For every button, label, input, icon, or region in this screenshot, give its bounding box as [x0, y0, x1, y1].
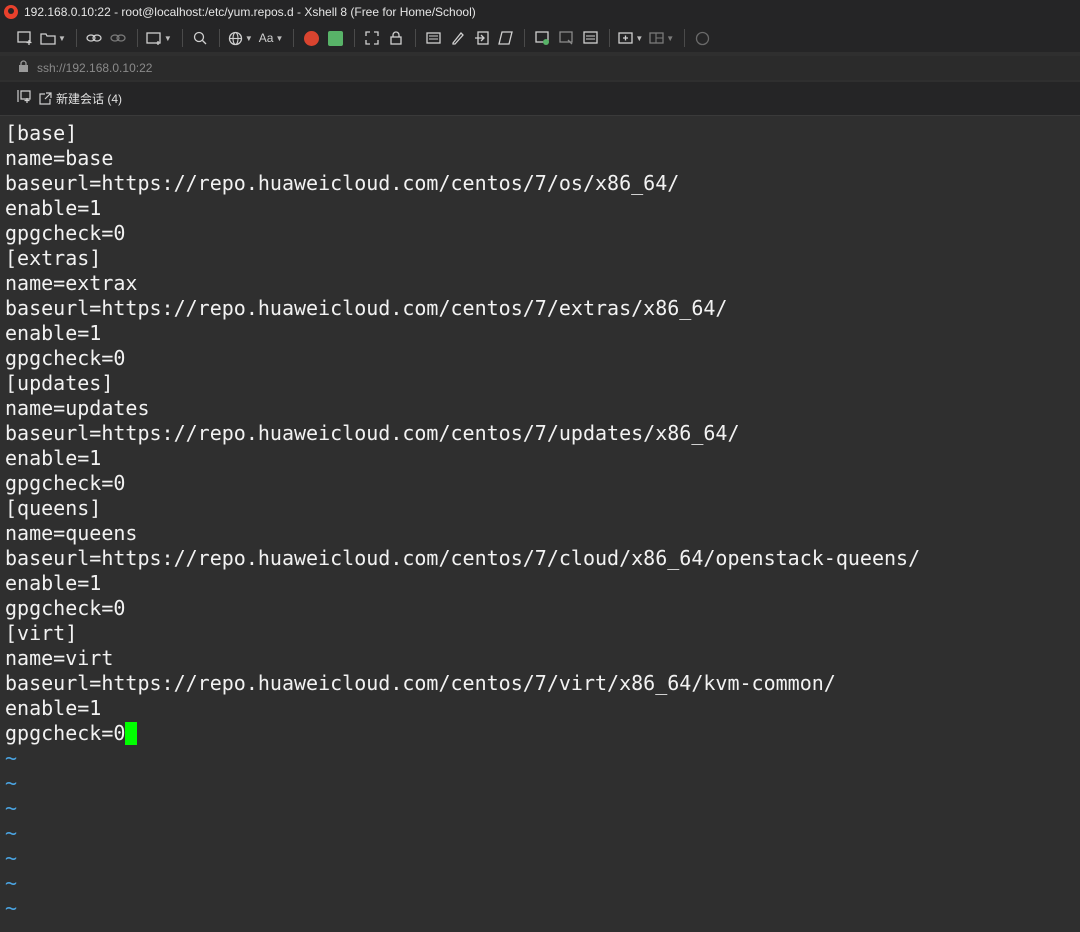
terminal-line: enable=1: [5, 321, 102, 345]
terminal-line: enable=1: [5, 446, 102, 470]
disconnect-icon[interactable]: [107, 27, 129, 49]
new-tab-icon[interactable]: ▼: [616, 27, 645, 49]
window-title: 192.168.0.10:22 - root@localhost:/etc/yu…: [24, 5, 476, 19]
chat-icon[interactable]: [691, 27, 713, 49]
xftp-icon[interactable]: [300, 27, 322, 49]
tab-label: 新建会话 (4): [56, 92, 123, 106]
compose-icon[interactable]: [555, 27, 577, 49]
empty-line-marker: ~: [5, 846, 18, 870]
toolbar-divider: [218, 29, 220, 47]
terminal-line: baseurl=https://repo.huaweicloud.com/cen…: [5, 421, 740, 445]
empty-line-marker: ~: [5, 771, 18, 795]
terminal-line: baseurl=https://repo.huaweicloud.com/cen…: [5, 671, 836, 695]
find-icon[interactable]: [189, 27, 211, 49]
lock-icon[interactable]: [385, 27, 407, 49]
terminal-line: enable=1: [5, 196, 102, 220]
empty-line-marker: ~: [5, 871, 18, 895]
address-text: ssh://192.168.0.10:22: [37, 61, 153, 75]
send-icon[interactable]: [470, 27, 492, 49]
terminal-line: baseurl=https://repo.huaweicloud.com/cen…: [5, 171, 680, 195]
fullscreen-icon[interactable]: [361, 27, 383, 49]
empty-line-marker: ~: [5, 821, 18, 845]
xmanager-icon[interactable]: [324, 27, 346, 49]
toolbar: ▼ ▼ ▼ Aa ▼ ▼ ▼: [0, 24, 1080, 52]
empty-line-marker: ~: [5, 746, 18, 770]
terminal-line: baseurl=https://repo.huaweicloud.com/cen…: [5, 296, 728, 320]
terminal-line: gpgcheck=0: [5, 596, 126, 620]
terminal-line: [updates]: [5, 371, 114, 395]
address-bar[interactable]: ssh://192.168.0.10:22: [0, 56, 1080, 80]
terminal-line: name=base: [5, 146, 114, 170]
terminal-line: name=extrax: [5, 271, 138, 295]
terminal-line: baseurl=https://repo.huaweicloud.com/cen…: [5, 546, 921, 570]
keyboard-icon[interactable]: [422, 27, 444, 49]
terminal-line: [queens]: [5, 496, 102, 520]
terminal-line: enable=1: [5, 696, 102, 720]
toolbar-divider: [136, 29, 138, 47]
terminal-line: gpgcheck=0: [5, 471, 126, 495]
terminal-line: name=queens: [5, 521, 138, 545]
layout-icon[interactable]: ▼: [647, 27, 676, 49]
external-link-icon: [39, 92, 52, 105]
terminal-line: gpgcheck=0: [5, 221, 126, 245]
text-cursor: [125, 722, 138, 745]
toolbar-divider: [524, 29, 526, 47]
terminal-line: gpgcheck=0: [5, 346, 126, 370]
record-icon[interactable]: [531, 27, 553, 49]
connect-icon[interactable]: [83, 27, 105, 49]
empty-line-marker: ~: [5, 796, 18, 820]
toolbar-divider: [354, 29, 356, 47]
highlight-icon[interactable]: [446, 27, 468, 49]
lock-icon: [18, 60, 29, 76]
toolbar-divider: [293, 29, 295, 47]
tab-new-session[interactable]: 新建会话 (4): [39, 90, 122, 107]
script-icon[interactable]: [494, 27, 516, 49]
terminal-line: name=updates: [5, 396, 150, 420]
toolbar-divider: [609, 29, 611, 47]
terminal-output[interactable]: [base] name=base baseurl=https://repo.hu…: [0, 117, 1080, 932]
terminal-line: name=virt: [5, 646, 114, 670]
empty-line-marker: ~: [5, 896, 18, 920]
globe-icon[interactable]: ▼: [226, 27, 255, 49]
session-manager-icon[interactable]: [16, 89, 31, 108]
compose-bar-icon[interactable]: [579, 27, 601, 49]
new-session-icon[interactable]: [14, 27, 36, 49]
toolbar-divider: [684, 29, 686, 47]
terminal-line-text: gpgcheck=0: [5, 721, 126, 745]
toolbar-divider: [181, 29, 183, 47]
terminal-line: [extras]: [5, 246, 102, 270]
open-folder-icon[interactable]: ▼: [38, 27, 68, 49]
tab-bar: 新建会话 (4): [0, 82, 1080, 116]
terminal-line: [virt]: [5, 621, 78, 645]
toolbar-divider: [75, 29, 77, 47]
toolbar-divider: [415, 29, 417, 47]
terminal-line-current: gpgcheck=0: [5, 721, 1080, 746]
terminal-line: enable=1: [5, 571, 102, 595]
terminal-line: [base]: [5, 121, 78, 145]
xshell-logo-icon: [4, 5, 18, 19]
title-bar: 192.168.0.10:22 - root@localhost:/etc/yu…: [0, 0, 1080, 24]
font-icon[interactable]: Aa ▼: [257, 27, 286, 49]
new-window-icon[interactable]: ▼: [144, 27, 174, 49]
